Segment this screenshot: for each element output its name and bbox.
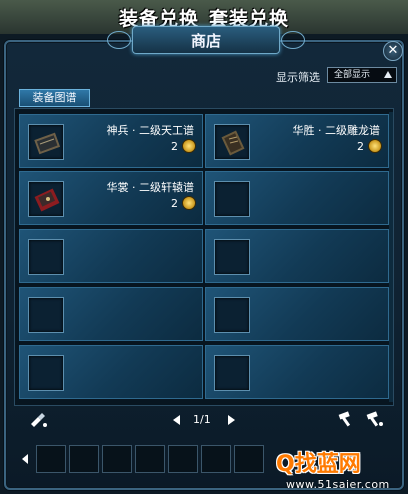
buyback-slot[interactable] (135, 445, 165, 473)
item-icon-frame (28, 239, 64, 275)
window-title: 商店 (190, 31, 221, 50)
item-icon-frame (214, 355, 250, 391)
shop-item-slot-empty[interactable] (205, 287, 389, 341)
buyback-bar (36, 445, 264, 473)
coin-icon (182, 196, 196, 210)
shop-item-slot-empty[interactable] (19, 229, 203, 283)
shop-item-slot-empty[interactable] (205, 229, 389, 283)
scroll-icon (221, 130, 245, 156)
coin-icon (182, 139, 196, 153)
tab-equipment-blueprints[interactable]: 装备图谱 (19, 89, 90, 107)
shop-item-slot-empty[interactable] (205, 345, 389, 399)
item-name: 华裳 · 二级轩辕谱 (106, 181, 195, 194)
filter-selected-value: 全部显示 (334, 70, 371, 80)
item-icon-frame (214, 239, 250, 275)
watermark-url: www.51saier.com (286, 478, 390, 491)
buyback-slot[interactable] (102, 445, 132, 473)
window-title-plate: 商店 (107, 26, 305, 54)
item-icon-frame (28, 181, 64, 217)
item-name: 神兵 · 二级天工谱 (106, 124, 195, 137)
buyback-slot[interactable] (168, 445, 198, 473)
title-ornament-left (107, 31, 131, 49)
buyback-slot[interactable] (36, 445, 66, 473)
buyback-slot[interactable] (201, 445, 231, 473)
tab-label: 装备图谱 (32, 91, 77, 104)
list-scrollbar[interactable] (389, 112, 393, 402)
filter-dropdown[interactable]: 全部显示 (327, 67, 397, 83)
page-indicator: 1/1 (193, 413, 211, 426)
item-price: 2 (171, 140, 178, 153)
item-icon-frame (214, 181, 250, 217)
close-icon: ✕ (387, 43, 399, 58)
filter-label: 显示筛选 (276, 71, 320, 84)
shop-item-slot[interactable]: 华裳 · 二级轩辕谱 2 (19, 171, 203, 225)
buyback-scroll-left-button[interactable] (22, 454, 28, 464)
title-ornament-right (281, 31, 305, 49)
sell-icon[interactable] (28, 410, 48, 428)
item-icon-frame (28, 297, 64, 333)
buyback-slot[interactable] (69, 445, 99, 473)
item-icon-frame (28, 355, 64, 391)
item-price: 2 (171, 197, 178, 210)
shop-item-slot-empty[interactable] (19, 345, 203, 399)
item-icon-frame (214, 297, 250, 333)
shop-item-slot[interactable]: 华胜 · 二级雕龙谱 2 (205, 114, 389, 168)
shop-item-slot-empty[interactable] (19, 287, 203, 341)
close-button[interactable]: ✕ (383, 41, 403, 61)
shop-item-slot-empty[interactable] (205, 171, 389, 225)
book-icon (34, 188, 60, 212)
dropdown-arrow-icon (384, 71, 392, 78)
item-icon-frame (214, 124, 250, 160)
repair-all-icon[interactable] (364, 410, 384, 428)
shop-item-slot[interactable]: 神兵 · 二级天工谱 2 (19, 114, 203, 168)
page-prev-button[interactable] (173, 415, 180, 425)
item-name: 华胜 · 二级雕龙谱 (292, 124, 381, 137)
coin-icon (368, 139, 382, 153)
buyback-slot[interactable] (234, 445, 264, 473)
page-next-button[interactable] (228, 415, 235, 425)
scroll-icon (34, 132, 61, 155)
item-price: 2 (357, 140, 364, 153)
watermark-logo: Q找蓝网 (276, 452, 361, 477)
item-icon-frame (28, 124, 64, 160)
repair-hammer-icon[interactable] (336, 410, 356, 428)
